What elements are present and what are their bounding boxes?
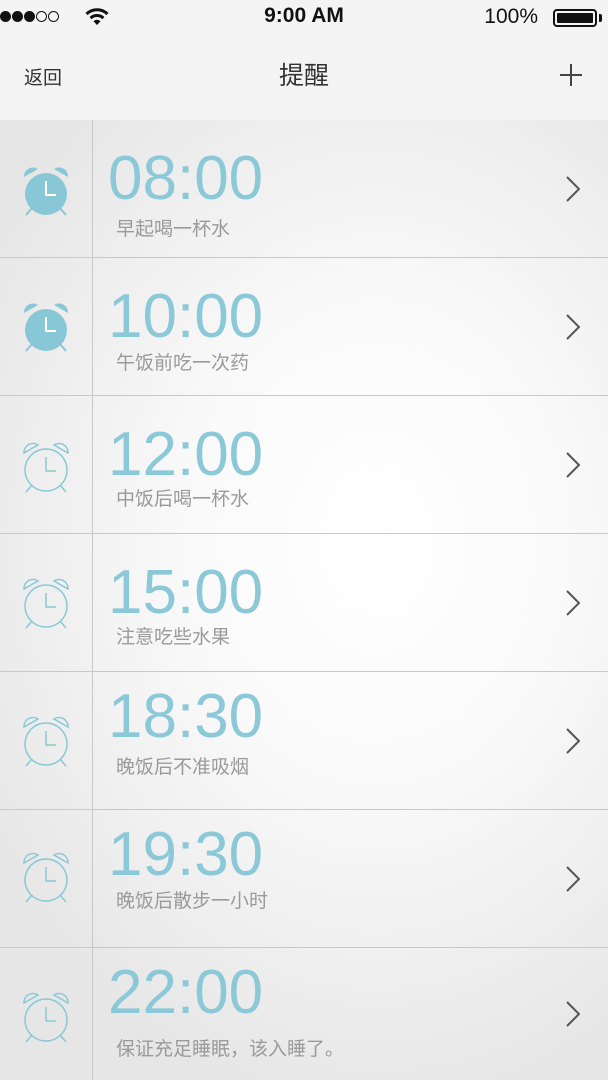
reminder-row[interactable]: 18:30 晚饭后不准吸烟 <box>0 672 608 810</box>
chevron-right-icon[interactable] <box>566 590 581 616</box>
reminder-note: 保证充足睡眠，该入睡了。 <box>116 1038 345 1060</box>
reminder-row[interactable]: 19:30 晚饭后散步一小时 <box>0 810 608 948</box>
reminder-note: 晚饭后不准吸烟 <box>116 756 250 778</box>
alarm-clock-icon <box>18 576 74 632</box>
reminder-time: 18:30 <box>108 682 264 751</box>
reminder-time: 10:00 <box>108 282 264 351</box>
reminder-row[interactable]: 12:00 中饭后喝一杯水 <box>0 396 608 534</box>
reminder-note: 注意吃些水果 <box>116 626 231 648</box>
page-title: 提醒 <box>278 61 329 90</box>
alarm-clock-icon <box>18 850 74 906</box>
reminder-row[interactable]: 08:00 早起喝一杯水 <box>0 120 608 258</box>
reminder-note: 中饭后喝一杯水 <box>116 488 250 510</box>
reminder-time: 08:00 <box>108 144 264 213</box>
alarm-clock-icon <box>18 440 74 496</box>
reminder-row[interactable]: 22:00 保证充足睡眠，该入睡了。 <box>0 948 608 1080</box>
reminder-note: 晚饭后散步一小时 <box>116 890 269 912</box>
plus-icon[interactable] <box>558 62 584 88</box>
battery-tip <box>599 14 602 22</box>
alarm-clock-icon <box>18 990 74 1046</box>
battery-percent: 100% <box>484 5 538 28</box>
reminder-time: 19:30 <box>108 820 264 889</box>
chevron-right-icon[interactable] <box>566 866 581 892</box>
chevron-right-icon[interactable] <box>566 176 581 202</box>
reminder-row[interactable]: 10:00 午饭前吃一次药 <box>0 258 608 396</box>
chevron-right-icon[interactable] <box>566 314 581 340</box>
reminder-list: 08:00 早起喝一杯水 10:00 午饭前吃一次药 12:00 中饭后喝一杯水 15:00… <box>0 120 608 1080</box>
reminder-time: 15:00 <box>108 558 264 627</box>
chevron-right-icon[interactable] <box>566 728 581 754</box>
alarm-clock-icon <box>18 714 74 770</box>
status-bar: 9:00 AM 100% <box>0 0 608 36</box>
reminder-note: 早起喝一杯水 <box>116 218 231 240</box>
reminder-row[interactable]: 15:00 注意吃些水果 <box>0 534 608 672</box>
reminder-time: 12:00 <box>108 420 264 489</box>
battery-icon <box>553 9 597 27</box>
alarm-clock-icon <box>18 300 74 356</box>
reminder-note: 午饭前吃一次药 <box>116 352 250 374</box>
chevron-right-icon[interactable] <box>566 1001 581 1027</box>
chevron-right-icon[interactable] <box>566 452 581 478</box>
nav-bar: 返回 提醒 <box>0 36 608 120</box>
reminder-time: 22:00 <box>108 958 264 1027</box>
alarm-clock-icon <box>18 164 74 220</box>
